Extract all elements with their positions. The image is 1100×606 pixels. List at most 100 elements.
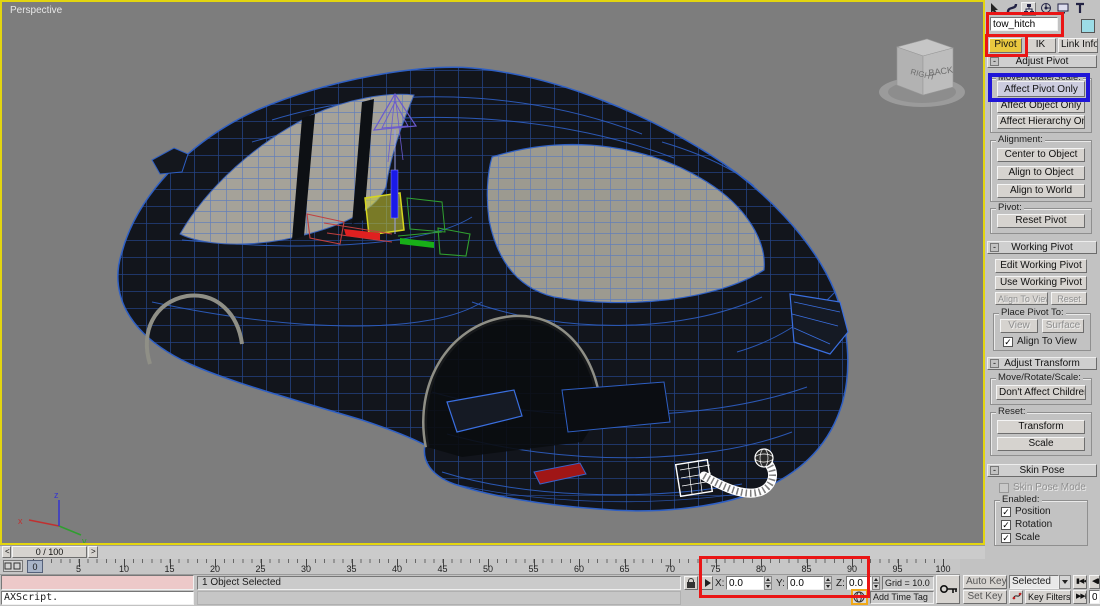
timeline-tick-label: 95 bbox=[892, 564, 903, 574]
selection-lock-toggle[interactable] bbox=[684, 576, 698, 590]
add-time-tag-field[interactable]: Add Time Tag bbox=[870, 591, 934, 604]
align-to-view-checkbox[interactable]: ✓ Align To View bbox=[1003, 336, 1077, 347]
modify-tab-icon[interactable] bbox=[1004, 2, 1019, 16]
max-application-window: RIGHT BACK x y z Perspective tow_hitch P… bbox=[0, 0, 1100, 606]
viewport-scene[interactable]: RIGHT BACK x y z bbox=[2, 2, 983, 543]
key-filters-button[interactable]: Key Filters... bbox=[1025, 590, 1071, 604]
absolute-mode-toggle[interactable] bbox=[701, 576, 713, 590]
checkbox-checked-icon[interactable]: ✓ bbox=[1001, 519, 1011, 530]
create-tab-icon[interactable] bbox=[987, 2, 1002, 16]
command-panel-tabs bbox=[987, 2, 1087, 16]
perspective-viewport[interactable]: RIGHT BACK x y z Perspective bbox=[0, 0, 985, 545]
adjust-transform-rollout[interactable]: - Adjust Transform bbox=[987, 357, 1097, 370]
current-frame-field[interactable] bbox=[1089, 590, 1100, 604]
timeline-tick-label: 25 bbox=[255, 564, 266, 574]
y-coord-label: Y: bbox=[776, 578, 785, 589]
go-to-end-button[interactable]: ▶▶▮ bbox=[1073, 590, 1087, 604]
affect-pivot-only-button[interactable]: Affect Pivot Only bbox=[997, 81, 1085, 97]
skin-pose-mode-checkbox[interactable]: Skin Pose Mode bbox=[999, 482, 1086, 493]
transform-button[interactable]: Transform bbox=[997, 420, 1085, 434]
car-wireframe-model[interactable] bbox=[117, 66, 849, 512]
grid-size-field: Grid = 10.0 bbox=[882, 576, 934, 590]
scale-button[interactable]: Scale bbox=[997, 437, 1085, 451]
skin-pose-rollout[interactable]: - Skin Pose bbox=[987, 464, 1097, 477]
object-color-swatch[interactable] bbox=[1081, 19, 1095, 33]
trackbar-right-arrow[interactable]: > bbox=[88, 546, 98, 558]
timeline-tick-label: 60 bbox=[573, 564, 585, 574]
utilities-tab-icon[interactable] bbox=[1072, 2, 1087, 16]
viewport-label[interactable]: Perspective bbox=[10, 5, 62, 16]
display-tab-icon[interactable] bbox=[1055, 2, 1070, 16]
surface-button[interactable]: Surface bbox=[1042, 319, 1084, 333]
viewcube[interactable]: RIGHT BACK bbox=[879, 38, 965, 107]
rotation-checkbox[interactable]: ✓ Rotation bbox=[1001, 519, 1052, 530]
svg-text:x: x bbox=[18, 516, 23, 526]
dont-affect-children-button[interactable]: Don't Affect Children bbox=[996, 385, 1086, 400]
reset-pivot-button[interactable]: Reset Pivot bbox=[997, 214, 1085, 228]
affect-hierarchy-only-button[interactable]: Affect Hierarchy Only bbox=[997, 115, 1085, 129]
time-slider-thumb[interactable]: 0 bbox=[27, 560, 43, 573]
timeline-tick-label: 100 bbox=[935, 564, 951, 574]
collapse-icon[interactable]: - bbox=[990, 57, 999, 66]
z-coord-spinner[interactable] bbox=[872, 576, 880, 590]
maxscript-mini-listener[interactable]: AXScript. bbox=[1, 591, 194, 605]
y-coord-field[interactable] bbox=[787, 576, 824, 590]
selection-status-field: 1 Object Selected bbox=[197, 576, 681, 590]
go-to-start-button[interactable]: ▮◀◀ bbox=[1073, 575, 1087, 589]
position-checkbox[interactable]: ✓ Position bbox=[1001, 506, 1051, 517]
adjust-pivot-rollout[interactable]: - Adjust Pivot bbox=[987, 55, 1097, 68]
y-coord-spinner[interactable] bbox=[824, 576, 832, 590]
checkbox-unchecked-icon[interactable] bbox=[999, 482, 1009, 493]
align-to-view-button[interactable]: Align To View bbox=[995, 292, 1048, 305]
timeline-ruler[interactable]: 0 5 10 15 20 25 30 35 40 45 50 55 60 65 70 75 80 85 90 95 10… bbox=[0, 559, 960, 575]
previous-frame-button[interactable]: ◀▮ bbox=[1089, 575, 1100, 589]
timeline-tick-label: 65 bbox=[619, 564, 630, 574]
timeline-tick-label: 90 bbox=[846, 564, 858, 574]
timeline-tick-label: 5 bbox=[75, 564, 82, 574]
scale-checkbox[interactable]: ✓ Scale bbox=[1001, 532, 1040, 543]
hierarchy-tab-icon[interactable] bbox=[1021, 2, 1036, 16]
coordinate-globe-icon[interactable] bbox=[851, 589, 868, 605]
align-to-world-button[interactable]: Align to World bbox=[997, 184, 1085, 198]
world-axis-tripod: x y z bbox=[18, 490, 87, 543]
center-to-object-button[interactable]: Center to Object bbox=[997, 148, 1085, 162]
svg-text:y: y bbox=[82, 536, 87, 543]
selection-set-dropdown[interactable]: Selected bbox=[1009, 575, 1071, 589]
collapse-icon[interactable]: - bbox=[990, 466, 999, 475]
key-tangent-icon[interactable] bbox=[1009, 590, 1023, 604]
timeline-tick-label: 75 bbox=[710, 564, 721, 574]
checkbox-checked-icon[interactable]: ✓ bbox=[1001, 532, 1011, 543]
auto-key-button[interactable]: Auto Key bbox=[963, 575, 1007, 589]
chevron-down-icon[interactable] bbox=[1059, 575, 1071, 589]
edit-working-pivot-button[interactable]: Edit Working Pivot bbox=[995, 259, 1087, 273]
timeline-tick-label: 10 bbox=[118, 564, 130, 574]
x-coord-label: X: bbox=[715, 578, 725, 589]
checkbox-checked-icon[interactable]: ✓ bbox=[1001, 506, 1011, 517]
prompt-line bbox=[197, 591, 681, 605]
collapse-icon[interactable]: - bbox=[990, 359, 999, 368]
x-coord-field[interactable] bbox=[726, 576, 764, 590]
timeline-mini-icon[interactable] bbox=[3, 560, 23, 572]
reset-button[interactable]: Reset bbox=[1051, 292, 1087, 305]
align-to-object-button[interactable]: Align to Object bbox=[997, 166, 1085, 180]
working-pivot-rollout[interactable]: - Working Pivot bbox=[987, 241, 1097, 254]
collapse-icon[interactable]: - bbox=[990, 243, 999, 252]
x-coord-spinner[interactable] bbox=[764, 576, 772, 590]
affect-object-only-button[interactable]: Affect Object Only bbox=[997, 99, 1085, 113]
ik-subtab[interactable]: IK bbox=[1025, 38, 1056, 53]
timeline-tick-label: 50 bbox=[482, 564, 494, 574]
motion-tab-icon[interactable] bbox=[1038, 2, 1053, 16]
use-working-pivot-button[interactable]: Use Working Pivot bbox=[995, 276, 1087, 290]
trackbar-left-arrow[interactable]: < bbox=[2, 546, 11, 558]
timeline-labels: 0 5 10 15 20 25 30 35 40 45 50 55 60 65 70 75 80 85 90 95 10… bbox=[0, 559, 960, 575]
pivot-subtab[interactable]: Pivot bbox=[989, 38, 1022, 53]
trackbar-thumb[interactable]: 0 / 100 bbox=[12, 546, 87, 558]
set-key-button[interactable]: Set Key bbox=[963, 590, 1007, 604]
set-keys-button[interactable] bbox=[936, 575, 960, 604]
object-name-field[interactable] bbox=[990, 17, 1058, 31]
view-button[interactable]: View bbox=[1000, 319, 1038, 333]
z-coord-field[interactable] bbox=[846, 576, 872, 590]
link-info-subtab[interactable]: Link Info bbox=[1058, 38, 1098, 53]
macro-recorder-field[interactable] bbox=[1, 575, 194, 590]
checkbox-checked-icon[interactable]: ✓ bbox=[1003, 336, 1013, 347]
